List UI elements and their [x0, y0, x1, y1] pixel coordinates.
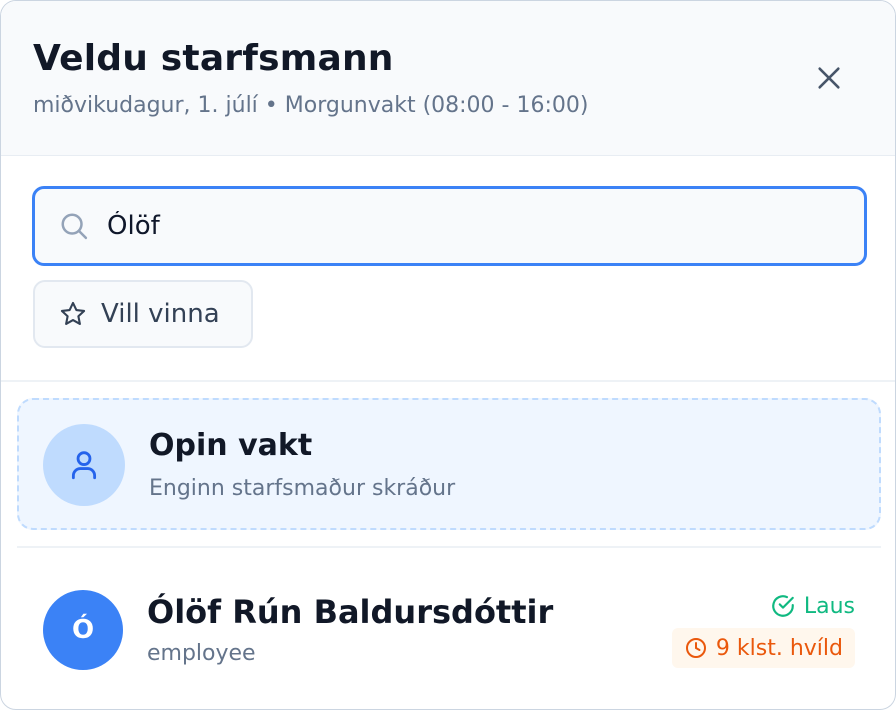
employee-name: Ólöf Rún Baldursdóttir	[147, 593, 554, 631]
availability-status: Laus	[770, 593, 855, 619]
select-employee-dialog: Veldu starfsmann miðvikudagur, 1. júlí •…	[0, 0, 896, 710]
employee-role: employee	[147, 641, 256, 666]
star-icon	[60, 301, 86, 325]
open-shift-subtitle: Enginn starfsmaður skráður	[149, 476, 456, 501]
filter-label: Vill vinna	[101, 299, 220, 329]
user-icon	[71, 451, 97, 480]
check-circle-icon	[772, 595, 794, 617]
dialog-header: Veldu starfsmann miðvikudagur, 1. júlí •…	[1, 1, 895, 156]
search-box[interactable]	[32, 186, 867, 266]
shift-info: miðvikudagur, 1. júlí • Morgunvakt (08:0…	[33, 93, 589, 118]
employee-row[interactable]: Ó Ólöf Rún Baldursdóttir employee Laus 9…	[17, 561, 881, 701]
rest-label: 9 klst. hvíld	[715, 635, 843, 661]
availability-label: Laus	[803, 593, 855, 619]
employee-avatar: Ó	[43, 590, 123, 670]
divider	[1, 380, 895, 382]
close-button[interactable]	[809, 58, 849, 98]
open-shift-option[interactable]: Opin vakt Enginn starfsmaður skráður	[17, 398, 881, 530]
search-icon	[61, 213, 88, 240]
divider	[17, 546, 881, 548]
close-icon	[818, 67, 840, 89]
wants-to-work-filter-button[interactable]: Vill vinna	[33, 280, 253, 348]
open-shift-avatar	[43, 424, 125, 506]
clock-icon	[685, 638, 706, 658]
open-shift-title: Opin vakt	[149, 428, 313, 463]
search-input[interactable]	[107, 197, 847, 255]
rest-badge: 9 klst. hvíld	[671, 628, 855, 668]
dialog-title: Veldu starfsmann	[33, 38, 394, 79]
